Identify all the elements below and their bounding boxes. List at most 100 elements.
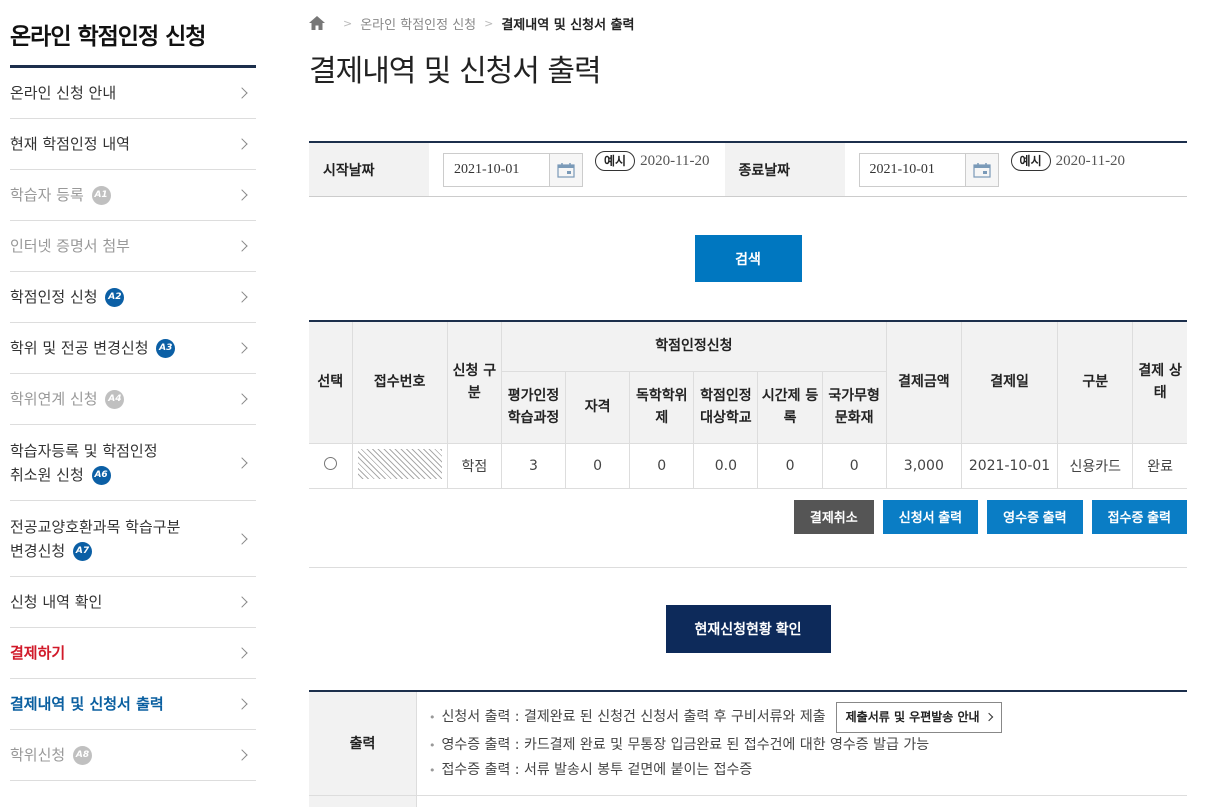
chevron-right-icon	[984, 712, 993, 722]
sidebar-item-label-line2: 취소원 신청	[10, 465, 84, 484]
step-badge: A7	[72, 541, 92, 561]
cell-sub: 0	[629, 442, 695, 489]
sidebar: 온라인 학점인정 신청 온라인 신청 안내 현재 학점인정 내역 학습자 등록 …	[10, 0, 256, 781]
chevron-right-icon	[236, 532, 248, 545]
row-radio[interactable]	[323, 457, 337, 470]
submission-guide-button[interactable]: 제출서류 및 우편발송 안내	[835, 701, 1002, 733]
cell-select	[309, 442, 353, 489]
masked-receipt-number	[357, 448, 442, 479]
bullet-icon: •	[429, 738, 436, 752]
breadcrumb-item[interactable]: 온라인 학점인정 신청	[360, 14, 476, 33]
step-badge: A3	[156, 339, 176, 358]
sidebar-item-label: 학위신청	[10, 746, 66, 764]
sidebar-item-degree-change[interactable]: 학위 및 전공 변경신청 A3	[10, 323, 256, 374]
sidebar-item-label: 결제하기	[10, 644, 66, 662]
breadcrumb-separator: >	[484, 16, 494, 30]
home-icon[interactable]	[309, 16, 325, 30]
info-line: • 영수증 출력 : 카드결제 완료 및 무통장 입금완료 된 접수건에 대한 …	[429, 733, 1002, 758]
info-text: 접수증 출력 : 서류 발송시 봉투 겉면에 붙이는 접수증	[441, 761, 753, 778]
payment-table: 선택 접수번호 신청 구분 학점인정신청 결제금액 결제일 구분 결제 상태 평…	[309, 320, 1187, 489]
sidebar-item-credit-apply[interactable]: 학점인정 신청 A2	[10, 272, 256, 323]
sidebar-item-label: 결제내역 및 신청서 출력	[10, 695, 164, 713]
start-date-example: 예시 2020-11-20	[595, 151, 710, 171]
sidebar-item-learner-register[interactable]: 학습자 등록 A1	[10, 170, 256, 221]
search-button-area: 검색	[309, 197, 1187, 320]
info-line: • 접수증 출력 : 서류 발송시 봉투 겉면에 붙이는 접수증	[429, 758, 1002, 783]
step-badge: A1	[91, 186, 111, 205]
start-date-label: 시작날짜	[309, 143, 429, 196]
chevron-right-icon	[236, 393, 248, 405]
end-date-example: 예시 2020-11-20	[1010, 151, 1126, 171]
print-info-table: 출력 • 신청서 출력 : 결제완료 된 신청건 신청서 출력 후 구비서류와 …	[309, 689, 1187, 796]
breadcrumb-current: 결제내역 및 신청서 출력	[501, 17, 635, 33]
example-pill: 예시	[595, 151, 636, 171]
step-badge: A6	[91, 465, 111, 485]
cell-apply-type: 학점	[446, 442, 502, 489]
sidebar-item-label: 현재 학점인정 내역	[10, 135, 130, 153]
sidebar-item-course-type-change[interactable]: 전공교양호환과목 학습구분변경신청 A7	[10, 501, 256, 577]
chevron-right-icon	[236, 138, 248, 150]
sidebar-item-label: 온라인 신청 안내	[10, 84, 117, 102]
calendar-icon[interactable]	[965, 153, 999, 187]
action-buttons: 결제취소 신청서 출력 영수증 출력 접수증 출력	[309, 499, 1187, 534]
sidebar-item-current-credits[interactable]: 현재 학점인정 내역	[10, 119, 256, 170]
step-badge: A8	[72, 746, 92, 765]
sidebar-item-label: 학습자 등록	[10, 186, 84, 204]
sidebar-item-label: 학점인정 신청	[10, 288, 98, 306]
sidebar-item-label: 전공교양호환과목 학습구분	[10, 517, 181, 536]
page-title: 결제내역 및 신청서 출력	[309, 54, 602, 89]
chevron-right-icon	[236, 342, 248, 354]
end-date-input[interactable]	[858, 153, 966, 187]
col-sub: 학점인정 대상학교	[693, 370, 759, 444]
sidebar-title: 온라인 학점인정 신청	[10, 0, 256, 68]
search-button[interactable]: 검색	[694, 235, 802, 282]
chevron-right-icon	[236, 87, 248, 99]
col-receipt-no: 접수번호	[351, 320, 448, 444]
sidebar-item-label: 신청 내역 확인	[10, 593, 103, 611]
submission-guide-label: 제출서류 및 우편발송 안내	[845, 709, 980, 724]
sidebar-item-label: 학위연계 신청	[10, 390, 98, 408]
print-receipt-button[interactable]: 영수증 출력	[987, 499, 1083, 534]
sidebar-item-certificate-attach[interactable]: 인터넷 증명서 첨부	[10, 221, 256, 272]
info-label-partial	[309, 795, 417, 807]
info-text: 신청서 출력 : 결제완료 된 신청건 신청서 출력 후 구비서류와 제출	[441, 708, 826, 725]
sidebar-item-degree-apply[interactable]: 학위신청 A8	[10, 730, 256, 781]
cancel-payment-button[interactable]: 결제취소	[793, 499, 874, 534]
info-line: • 신청서 출력 : 결제완료 된 신청건 신청서 출력 후 구비서류와 제출 …	[429, 701, 1002, 733]
print-acceptance-button[interactable]: 접수증 출력	[1091, 499, 1187, 534]
sidebar-item-label: 학위 및 전공 변경신청	[10, 339, 149, 357]
end-date-label: 종료날짜	[724, 143, 845, 196]
sidebar-item-label-line2: 변경신청	[10, 541, 66, 560]
col-apply-type: 신청 구분	[446, 320, 502, 444]
step-badge: A4	[105, 390, 125, 409]
main-content: > 온라인 학점인정 신청 > 결제내역 및 신청서 출력 결제내역 및 신청서…	[309, 0, 1187, 807]
date-search-form: 시작날짜 예시 2020-11-20 종료날짜 예시 2020-11-20	[309, 141, 1187, 197]
calendar-icon[interactable]	[550, 153, 583, 187]
chevron-right-icon	[236, 456, 248, 469]
sidebar-item-payment[interactable]: 결제하기	[10, 628, 256, 679]
sidebar-item-cancel-request[interactable]: 학습자등록 및 학점인정 취소원 신청 A6	[10, 425, 256, 501]
example-pill: 예시	[1010, 151, 1051, 171]
sidebar-item-apply-history[interactable]: 신청 내역 확인	[10, 577, 256, 628]
col-sub: 자격	[565, 370, 631, 444]
cell-amount: 3,000	[885, 442, 962, 489]
sidebar-item-payment-history[interactable]: 결제내역 및 신청서 출력	[10, 679, 256, 730]
sidebar-item-degree-link[interactable]: 학위연계 신청 A4	[10, 374, 256, 425]
col-pay-date: 결제일	[960, 320, 1059, 444]
info-table-next-row	[309, 795, 1187, 807]
breadcrumb-separator: >	[343, 16, 353, 30]
col-kind: 구분	[1057, 320, 1134, 444]
current-status-button[interactable]: 현재신청현황 확인	[665, 604, 831, 653]
status-button-area: 현재신청현황 확인	[309, 568, 1187, 690]
sidebar-item-online-guide[interactable]: 온라인 신청 안내	[10, 68, 256, 119]
cell-sub: 0	[821, 442, 887, 489]
table-row: 학점 3 0 0 0.0 0 0 3,000 2021-10-01 신용카드 완…	[309, 442, 1187, 489]
start-date-input[interactable]	[443, 153, 550, 187]
print-application-button[interactable]: 신청서 출력	[882, 499, 979, 534]
cell-sub: 3	[500, 442, 567, 489]
chevron-right-icon	[236, 596, 248, 608]
cell-pay-date: 2021-10-01	[960, 442, 1059, 489]
example-value: 2020-11-20	[640, 152, 710, 169]
col-sub: 독학학위 제	[629, 370, 695, 444]
example-value: 2020-11-20	[1055, 152, 1126, 169]
